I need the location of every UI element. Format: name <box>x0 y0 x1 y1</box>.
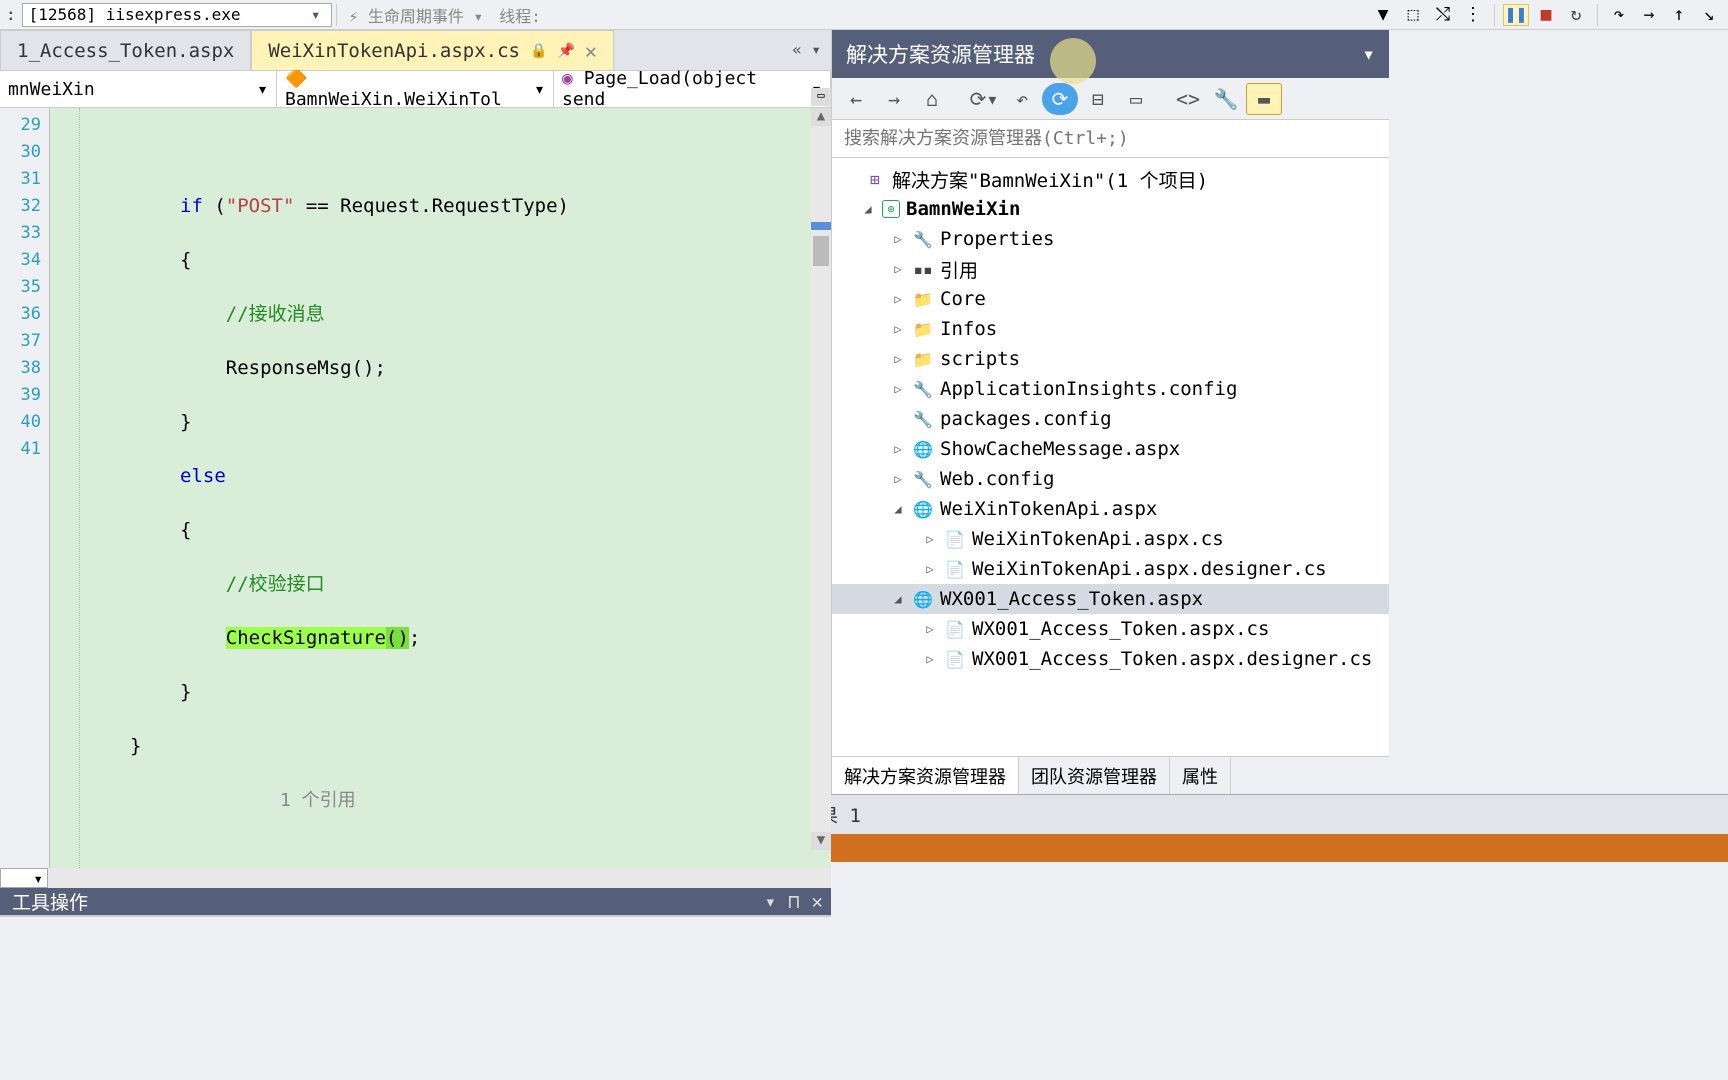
tree-item[interactable]: ▷📄WX001_Access_Token.aspx.cs <box>832 614 1389 644</box>
close-icon[interactable]: ✕ <box>812 891 823 913</box>
history-icon[interactable]: ⟳▾ <box>966 83 1002 115</box>
step-icon[interactable]: ↘ <box>1696 4 1722 26</box>
chevron-down-icon[interactable]: ▾ <box>307 5 325 24</box>
pause-icon[interactable]: ❚❚ <box>1503 4 1529 26</box>
tab-solution-explorer[interactable]: 解决方案资源管理器 <box>832 757 1019 794</box>
solution-search[interactable] <box>832 120 1389 158</box>
tab-access-token[interactable]: 1_Access_Token.aspx <box>0 30 251 70</box>
show-all-icon[interactable]: ▭ <box>1118 83 1154 115</box>
back-icon[interactable]: ← <box>838 83 874 115</box>
stack-icon[interactable]: ⬚ <box>1400 4 1426 26</box>
watermark-icon <box>1050 38 1096 84</box>
scroll-down-icon[interactable]: ▼ <box>811 832 831 850</box>
properties-icon[interactable]: 🔧 <box>1208 83 1244 115</box>
separator <box>1494 4 1495 26</box>
solution-tree[interactable]: ⊞解决方案"BamnWeiXin"(1 个项目)◢⊕BamnWeiXin▷🔧Pr… <box>832 158 1389 756</box>
separator <box>336 4 337 26</box>
tree-item[interactable]: ▷🔧Web.config <box>832 464 1389 494</box>
zoom-combo[interactable]: ▾ <box>0 868 48 888</box>
tab-weixintokenapi[interactable]: WeiXinTokenApi.aspx.cs 🔒 📌 ✕ <box>251 30 614 70</box>
collapse-icon[interactable]: ⊟ <box>1080 83 1116 115</box>
navigation-bar: mnWeiXin▾ 🔶 BamnWeiXin.WeiXinTol▾ ◉ Page… <box>0 70 831 108</box>
tree-item[interactable]: ▷🔧ApplicationInsights.config <box>832 374 1389 404</box>
refresh-icon[interactable]: ↶ <box>1004 83 1040 115</box>
step-into-icon[interactable]: ↷ <box>1606 4 1632 26</box>
tree-item[interactable]: ▷🔧Properties <box>832 224 1389 254</box>
process-value: [12568] iisexpress.exe <box>29 5 241 24</box>
tree-item[interactable]: ▷📁scripts <box>832 344 1389 374</box>
home-icon[interactable]: ⌂ <box>914 83 950 115</box>
search-input[interactable] <box>832 120 1389 157</box>
editor-column: 1_Access_Token.aspx WeiXinTokenApi.aspx.… <box>0 30 832 794</box>
scroll-up-icon[interactable]: ▲ <box>811 108 831 126</box>
class-combo[interactable]: 🔶 BamnWeiXin.WeiXinTol▾ <box>277 71 554 107</box>
solution-explorer-title: 解决方案资源管理器 ▾ <box>832 30 1389 78</box>
thread-label: 线程: <box>491 3 549 27</box>
method-combo[interactable]: ◉ Page_Load(object send▾ <box>554 71 831 107</box>
tab-team-explorer[interactable]: 团队资源管理器 <box>1019 757 1170 794</box>
lock-icon: 🔒 <box>530 43 547 59</box>
process-label: : <box>0 5 22 24</box>
tree-item[interactable]: ◢🌐WeiXinTokenApi.aspx <box>832 494 1389 524</box>
sync-icon[interactable]: ⟳ <box>1042 83 1078 115</box>
close-icon[interactable]: ✕ <box>585 39 597 63</box>
stop-icon[interactable]: ■ <box>1533 4 1559 26</box>
options-icon[interactable]: ⋮ <box>1460 4 1486 26</box>
vertical-scrollbar[interactable]: ▭ ▲ ▼ <box>811 108 831 850</box>
tree-item[interactable]: ◢🌐WX001_Access_Token.aspx <box>832 584 1389 614</box>
shuffle-icon[interactable]: ⤭ <box>1430 4 1456 26</box>
dropdown-icon[interactable]: ▾ <box>1362 42 1375 66</box>
tree-item[interactable]: ▷▪▪引用 <box>832 254 1389 284</box>
dropdown-icon[interactable]: ▾ <box>765 891 776 913</box>
tab-label: 1_Access_Token.aspx <box>17 40 234 62</box>
tools-panel-body <box>0 915 831 917</box>
horizontal-scrollbar[interactable]: ▾ <box>0 868 831 888</box>
tree-item[interactable]: ▷📁Core <box>832 284 1389 314</box>
namespace-label: mnWeiXin <box>8 79 95 100</box>
pin-icon[interactable]: 📌 <box>557 43 574 59</box>
separator <box>1597 4 1598 26</box>
tools-panel-header: 工具操作 ▾ ⊓ ✕ <box>0 888 831 915</box>
solution-explorer: 解决方案资源管理器 ▾ ← → ⌂ ⟳▾ ↶ ⟳ ⊟ ▭ <> 🔧 ▬ ⊞解决方… <box>832 30 1389 794</box>
tree-item[interactable]: ▷📄WeiXinTokenApi.aspx.designer.cs <box>832 554 1389 584</box>
preview-icon[interactable]: ▬ <box>1246 83 1282 115</box>
tree-item[interactable]: 🔧packages.config <box>832 404 1389 434</box>
tools-panel-title: 工具操作 <box>12 888 88 915</box>
step-over-icon[interactable]: → <box>1636 4 1662 26</box>
line-gutter: 293031 323334 353637 383940 41 <box>0 108 50 868</box>
scroll-thumb[interactable] <box>813 236 829 266</box>
restart-icon[interactable]: ↻ <box>1563 4 1589 26</box>
filter-icon[interactable]: ▼ <box>1370 4 1396 26</box>
debug-toolbar: : [12568] iisexpress.exe ▾ ⚡ 生命周期事件 ▾ 线程… <box>0 0 1728 30</box>
solution-toolbar: ← → ⌂ ⟳▾ ↶ ⟳ ⊟ ▭ <> 🔧 ▬ <box>832 78 1389 120</box>
solution-root[interactable]: ⊞解决方案"BamnWeiXin"(1 个项目) <box>832 164 1389 194</box>
class-label: BamnWeiXin.WeiXinTol <box>285 89 502 110</box>
tree-item[interactable]: ▷📁Infos <box>832 314 1389 344</box>
code-margin <box>50 108 80 868</box>
code-icon[interactable]: <> <box>1170 83 1206 115</box>
tree-item[interactable]: ▷📄WeiXinTokenApi.aspx.cs <box>832 524 1389 554</box>
tab-overflow[interactable]: « ▾ <box>792 40 821 59</box>
method-label: Page_Load(object send <box>562 68 757 110</box>
pin-icon[interactable]: ⊓ <box>788 891 799 913</box>
project-node[interactable]: ◢⊕BamnWeiXin <box>832 194 1389 224</box>
debug-icon-group: ▼ ⬚ ⤭ ⋮ ❚❚ ■ ↻ ↷ → ↑ ↘ <box>1370 4 1728 26</box>
forward-icon[interactable]: → <box>876 83 912 115</box>
solution-bottom-tabs: 解决方案资源管理器 团队资源管理器 属性 <box>832 756 1389 794</box>
document-tabs: 1_Access_Token.aspx WeiXinTokenApi.aspx.… <box>0 30 831 70</box>
tree-item[interactable]: ▷🌐ShowCacheMessage.aspx <box>832 434 1389 464</box>
code-content[interactable]: if ("POST" == Request.RequestType) { //接… <box>80 108 831 868</box>
tree-item[interactable]: ▷📄WX001_Access_Token.aspx.designer.cs <box>832 644 1389 674</box>
tab-label: WeiXinTokenApi.aspx.cs <box>268 40 520 62</box>
tab-properties[interactable]: 属性 <box>1170 757 1231 794</box>
namespace-combo[interactable]: mnWeiXin▾ <box>0 71 277 107</box>
process-combo[interactable]: [12568] iisexpress.exe ▾ <box>22 3 332 27</box>
lifecycle-button[interactable]: ⚡ 生命周期事件 ▾ <box>341 3 492 27</box>
split-icon[interactable]: ▭ <box>811 88 831 106</box>
step-out-icon[interactable]: ↑ <box>1666 4 1692 26</box>
code-editor[interactable]: 293031 323334 353637 383940 41 if ("POST… <box>0 108 831 868</box>
